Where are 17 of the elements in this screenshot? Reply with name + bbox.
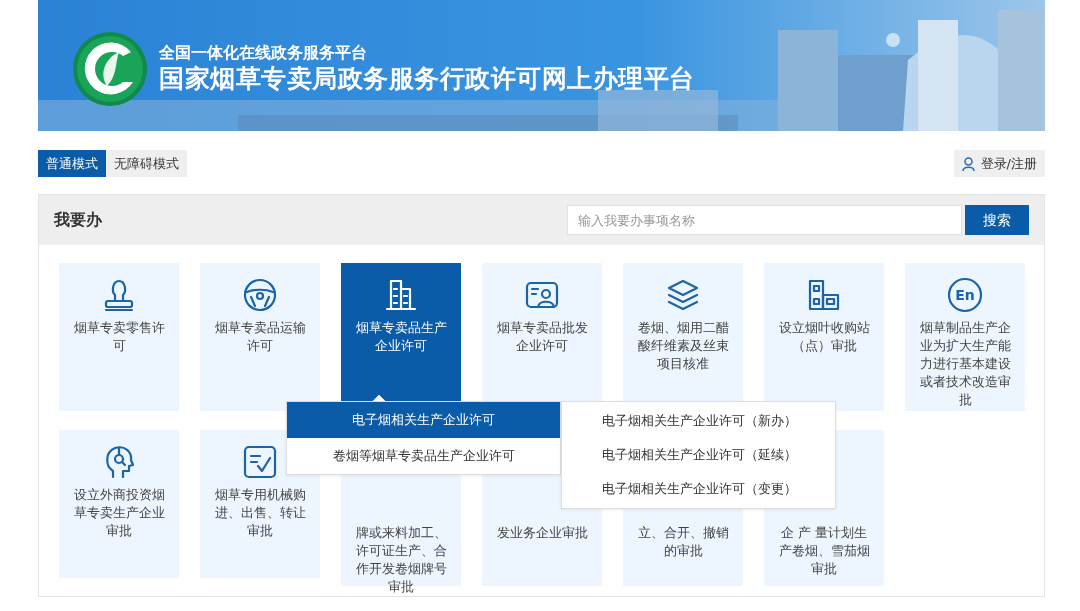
en-circle-icon: En (947, 277, 983, 313)
tile-label: 牌或来料加工、许可证生产、合作开发卷烟牌号审批 (354, 524, 448, 596)
tile-label: 烟草专卖零售许可 (72, 319, 166, 355)
tile-label: 设立烟叶收购站（点）审批 (777, 319, 871, 355)
tile-label: 立、合开、撤销的审批 (636, 524, 730, 560)
panel-title: 我要办 (54, 209, 102, 231)
tile-label: 卷烟、烟用二醋酸纤维素及丝束项目核准 (636, 319, 730, 373)
tile-label: 烟草专卖品运输许可 (213, 319, 307, 355)
tile-label: 烟草专用机械购进、出售、转让审批 (213, 486, 307, 540)
tile-label: 企 产 量计划生产卷烟、雪茄烟审批 (777, 524, 871, 578)
tile-label: 烟草制品生产企业为扩大生产能力进行基本建设或者技术改造审批 (918, 319, 1012, 409)
tile-label: 发业务企业审批 (495, 524, 589, 542)
banner-title: 国家烟草专卖局政务服务行政许可网上办理平台 (159, 63, 695, 95)
banner-subtitle: 全国一体化在线政务服务平台 (159, 43, 368, 63)
tile-label: 烟草专卖品批发企业许可 (495, 319, 589, 355)
tile-label: 烟草专卖品生产企业许可 (354, 319, 448, 355)
tile-label: 设立外商投资烟草专卖生产企业审批 (72, 486, 166, 540)
